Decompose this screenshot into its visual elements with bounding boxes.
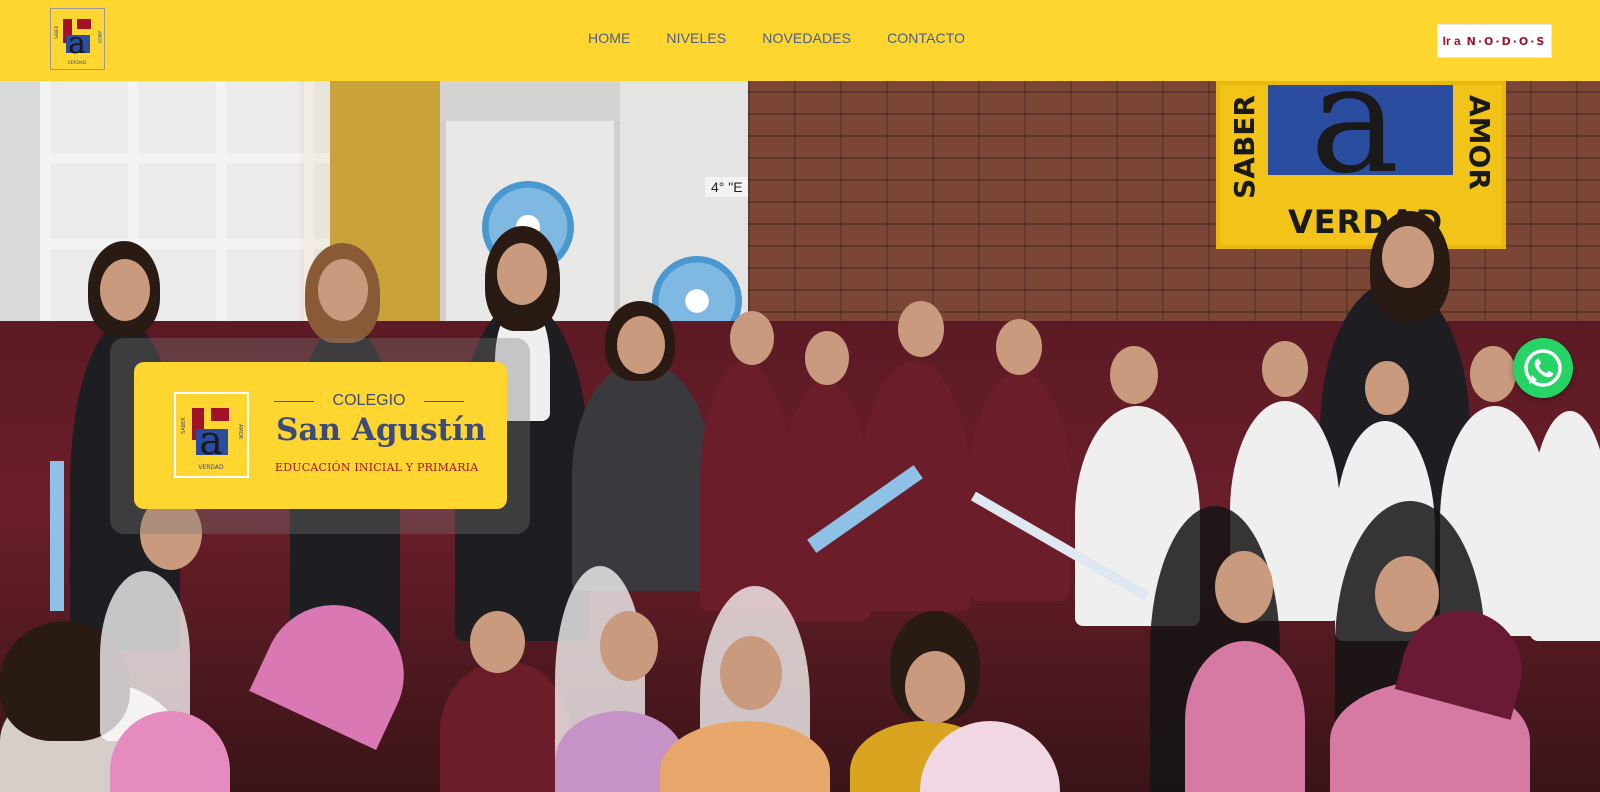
face [1365,361,1409,415]
face [1382,226,1434,288]
logo-letter: a [68,26,86,61]
nodos-brand-label: N·O·D·O·S [1466,34,1547,48]
face [100,259,150,321]
student-figure [780,381,870,621]
go-to-nodos-button[interactable]: Ir a N·O·D·O·S [1437,24,1552,58]
hero-card: a SABER AMOR VERDAD COLEGIO San Agustín … [134,362,507,509]
nav-contacto[interactable]: CONTACTO [887,30,965,46]
student-figure [860,361,970,611]
logo-right-word: AMOR [97,31,102,43]
nav-novedades[interactable]: NOVEDADES [762,30,851,46]
face [996,319,1042,375]
face [898,301,944,357]
whatsapp-icon[interactable] [1513,338,1573,398]
site-header: a SABER AMOR VERDAD HOME NIVELES NOVEDAD… [0,0,1600,81]
logo-left-word: SABER [54,25,59,39]
student-figure [700,361,790,611]
banner-letter: a [1310,81,1400,207]
student-figure [1530,411,1600,641]
face [617,316,665,374]
face [497,243,547,305]
costume-dress [1185,641,1305,792]
card-logo-right-word: AMOR [237,424,243,440]
card-logo-letter: a [199,418,223,464]
school-crest-icon: a SABER AMOR VERDAD [174,392,249,478]
face [720,636,782,710]
face [805,331,849,385]
room-sign: 4° "E [705,177,749,197]
face [600,611,658,681]
nav-niveles[interactable]: NIVELES [666,30,726,46]
card-logo-left-word: SABER [181,417,187,434]
student-figure [970,371,1070,601]
face [1470,346,1516,402]
card-subtitle: EDUCACIÓN INICIAL Y PRIMARIA [275,461,479,474]
main-nav: HOME NIVELES NOVEDADES CONTACTO [588,30,965,46]
face [1215,551,1273,623]
nodos-button-prefix: Ir a [1442,34,1461,48]
card-kicker: COLEGIO [274,392,464,410]
school-banner: a SABER AMOR VERDAD [1216,81,1506,249]
banner-left-word: SABER [1228,95,1261,199]
face [905,651,965,723]
face [318,259,368,321]
student-figure [572,361,712,591]
hand-fan [249,582,427,750]
student-figure [440,661,570,792]
face [730,311,774,365]
banner-right-word: AMOR [1463,95,1496,190]
nav-home[interactable]: HOME [588,30,630,46]
face [470,611,525,673]
flag-ribbon [50,461,64,611]
school-crest-icon[interactable]: a SABER AMOR VERDAD [50,8,105,70]
card-title: San Agustín [276,412,487,448]
logo-bottom-word: VERDAD [68,60,88,66]
face [1262,341,1308,397]
card-logo-bottom-word: VERDAD [198,464,224,471]
face [1110,346,1158,404]
